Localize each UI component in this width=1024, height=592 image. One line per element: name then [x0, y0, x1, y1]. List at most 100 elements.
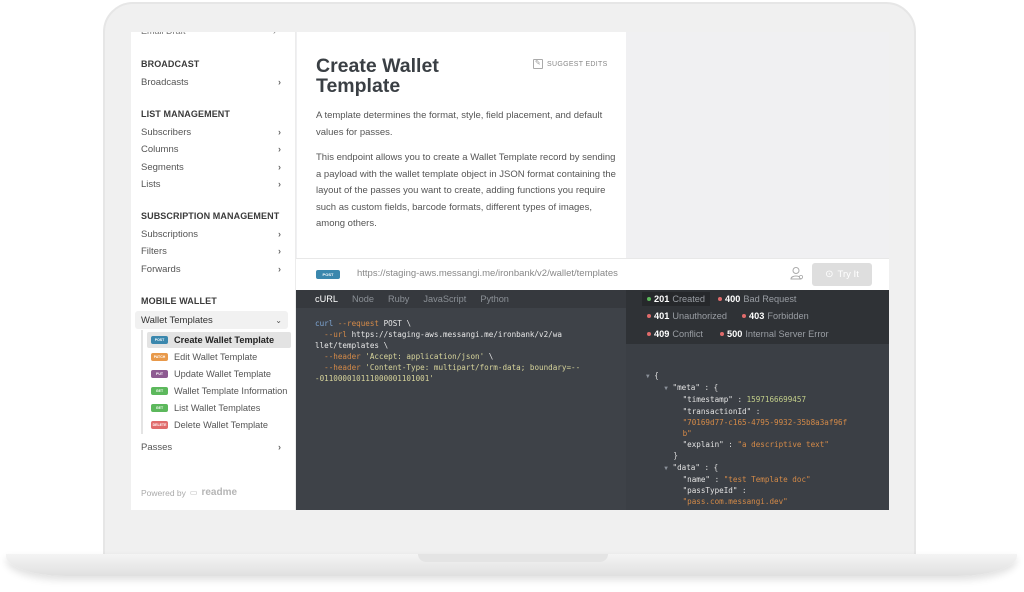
json-key: "transactionId" — [682, 406, 752, 416]
status-403[interactable]: 403 Forbidden — [742, 311, 809, 321]
endpoint-label: Update Wallet Template — [174, 369, 272, 379]
sidebar-item-label: Subscribers — [141, 127, 192, 138]
status-label: Conflict — [672, 329, 703, 339]
chevron-right-icon: › — [278, 179, 281, 189]
collapse-triangle-icon[interactable]: ▼ — [646, 373, 650, 380]
json-value: b" — [682, 429, 692, 439]
language-tabs: cURL Node Ruby JavaScript Python — [296, 290, 626, 308]
status-dot — [647, 297, 651, 301]
status-code: 500 — [727, 329, 743, 339]
response-panel: 201 Created 400 Bad Request 401 Unauthorize… — [626, 290, 889, 510]
try-it-button[interactable]: ⊙ Try It — [812, 263, 872, 286]
chevron-right-icon: › — [278, 264, 281, 274]
endpoint-list-wallet-templates[interactable]: GET List Wallet Templates — [147, 400, 291, 416]
endpoint-label: List Wallet Templates — [174, 403, 261, 413]
status-201[interactable]: 201 Created — [642, 292, 711, 306]
method-badge: POST — [151, 336, 168, 344]
page-title: Create Wallet Template — [316, 55, 439, 97]
sidebar-item-label: Subscriptions — [141, 229, 199, 240]
status-code: 400 — [725, 294, 741, 304]
sidebar-item-columns[interactable]: Columns › — [141, 144, 281, 155]
powered-by[interactable]: Powered by ▭ readme — [141, 487, 237, 498]
endpoint-delete-wallet-template[interactable]: DELETE Delete Wallet Template — [147, 417, 291, 433]
code-sample-panel: cURL Node Ruby JavaScript Python curl --… — [296, 290, 626, 510]
collapse-triangle-icon[interactable]: ▼ — [664, 465, 668, 472]
tab-ruby[interactable]: Ruby — [388, 294, 409, 304]
code-token: --header — [315, 363, 361, 372]
response-json[interactable]: ▼ { ▼ "meta" : { "timestamp" : 159716669… — [646, 370, 847, 507]
method-badge: GET — [151, 387, 168, 395]
sidebar-item-passes[interactable]: Passes › — [141, 442, 281, 453]
tab-curl[interactable]: cURL — [315, 294, 338, 304]
json-key: "timestamp" — [682, 395, 733, 405]
endpoint-list: POST Create Wallet Template PATCH Edit W… — [141, 330, 291, 434]
collapse-triangle-icon[interactable]: ▼ — [664, 385, 668, 392]
json-key: "data" — [672, 462, 700, 472]
code-token: 'Accept: application/json' — [360, 352, 485, 361]
chevron-down-icon: ⌄ — [275, 315, 282, 325]
chevron-right-icon: › — [278, 229, 281, 239]
sidebar-group-wallet-templates[interactable]: Wallet Templates ⌄ — [135, 311, 288, 329]
suggest-edits-label: SUGGEST EDITS — [547, 60, 608, 68]
sidebar-item-label: Columns — [141, 144, 179, 155]
status-400[interactable]: 400 Bad Request — [718, 294, 796, 304]
endpoint-update-wallet-template[interactable]: PUT Update Wallet Template — [147, 366, 291, 382]
sidebar-item-lists[interactable]: Lists › — [141, 179, 281, 190]
section-broadcast: BROADCAST — [141, 59, 200, 69]
user-auth-icon[interactable] — [790, 266, 804, 282]
sidebar-item-filters[interactable]: Filters › — [141, 246, 281, 257]
endpoint-wallet-template-information[interactable]: GET Wallet Template Information — [147, 383, 291, 399]
chevron-right-icon: › — [278, 162, 281, 172]
code-token: 'Content-Type: multipart/form-data; boun… — [360, 363, 581, 372]
json-key: "name" — [682, 474, 711, 484]
tab-javascript[interactable]: JavaScript — [423, 294, 466, 304]
chevron-right-icon: › — [278, 442, 281, 452]
code-token: --header — [315, 352, 361, 361]
json-value: "test Template doc" — [723, 474, 811, 484]
status-401[interactable]: 401 Unauthorized — [647, 311, 727, 321]
method-badge: PUT — [151, 370, 168, 378]
status-label: Unauthorized — [672, 311, 727, 321]
suggest-edits-button[interactable]: ✎ SUGGEST EDITS — [533, 59, 608, 69]
status-code: 409 — [654, 329, 670, 339]
tab-node[interactable]: Node — [352, 294, 374, 304]
sidebar-group-label: Wallet Templates — [141, 314, 213, 326]
sidebar-item-label: Filters — [141, 246, 167, 257]
section-subscription-management: SUBSCRIPTION MANAGEMENT — [141, 211, 280, 221]
sidebar-item-segments[interactable]: Segments › — [141, 162, 281, 173]
status-409[interactable]: 409 Conflict — [647, 329, 703, 339]
sidebar-item-subscriptions[interactable]: Subscriptions › — [141, 229, 281, 240]
sidebar-item-subscribers[interactable]: Subscribers › — [141, 127, 281, 138]
json-key: "meta" — [672, 383, 700, 393]
status-500[interactable]: 500 Internal Server Error — [720, 329, 829, 339]
code-block[interactable]: curl --request POST \ --url https://stag… — [315, 318, 580, 384]
doc-content: Create Wallet Template ✎ SUGGEST EDITS A… — [297, 32, 626, 258]
method-badge: DELETE — [151, 421, 168, 429]
endpoint-create-wallet-template[interactable]: POST Create Wallet Template — [147, 332, 291, 348]
sidebar-item-label: Forwards — [141, 264, 181, 275]
section-mobile-wallet: MOBILE WALLET — [141, 296, 217, 306]
status-label: Forbidden — [767, 311, 809, 321]
sidebar-item-broadcasts[interactable]: Broadcasts › — [141, 77, 281, 88]
code-token: https://staging-aws.messangi.me/ironbank… — [347, 330, 562, 339]
sidebar-item-label: Lists — [141, 179, 161, 190]
chevron-right-icon: › — [278, 246, 281, 256]
endpoint-label: Delete Wallet Template — [174, 420, 268, 430]
target-icon: ⊙ — [825, 269, 834, 280]
endpoint-edit-wallet-template[interactable]: PATCH Edit Wallet Template — [147, 349, 291, 365]
try-it-label: Try It — [837, 269, 859, 280]
edit-icon: ✎ — [533, 59, 543, 69]
code-token: llet/templates \ — [315, 341, 389, 350]
request-url-bar: POST https://staging-aws.messangi.me/iro… — [296, 258, 889, 290]
sidebar-item-email-draft[interactable]: Email Draft — [141, 32, 186, 36]
readme-logo: readme — [201, 487, 238, 498]
tab-python[interactable]: Python — [480, 294, 509, 304]
method-badge: POST — [316, 270, 340, 279]
code-token: --request — [337, 319, 380, 328]
sidebar-item-forwards[interactable]: Forwards › — [141, 264, 281, 275]
endpoint-label: Create Wallet Template — [174, 335, 275, 345]
status-code: 403 — [749, 311, 765, 321]
sidebar-item-label: Broadcasts — [141, 77, 189, 88]
json-key: "passTypeId" — [682, 486, 738, 496]
json-value: "70169d77-c165-4795-9932-35b8a3af96f — [682, 417, 848, 427]
